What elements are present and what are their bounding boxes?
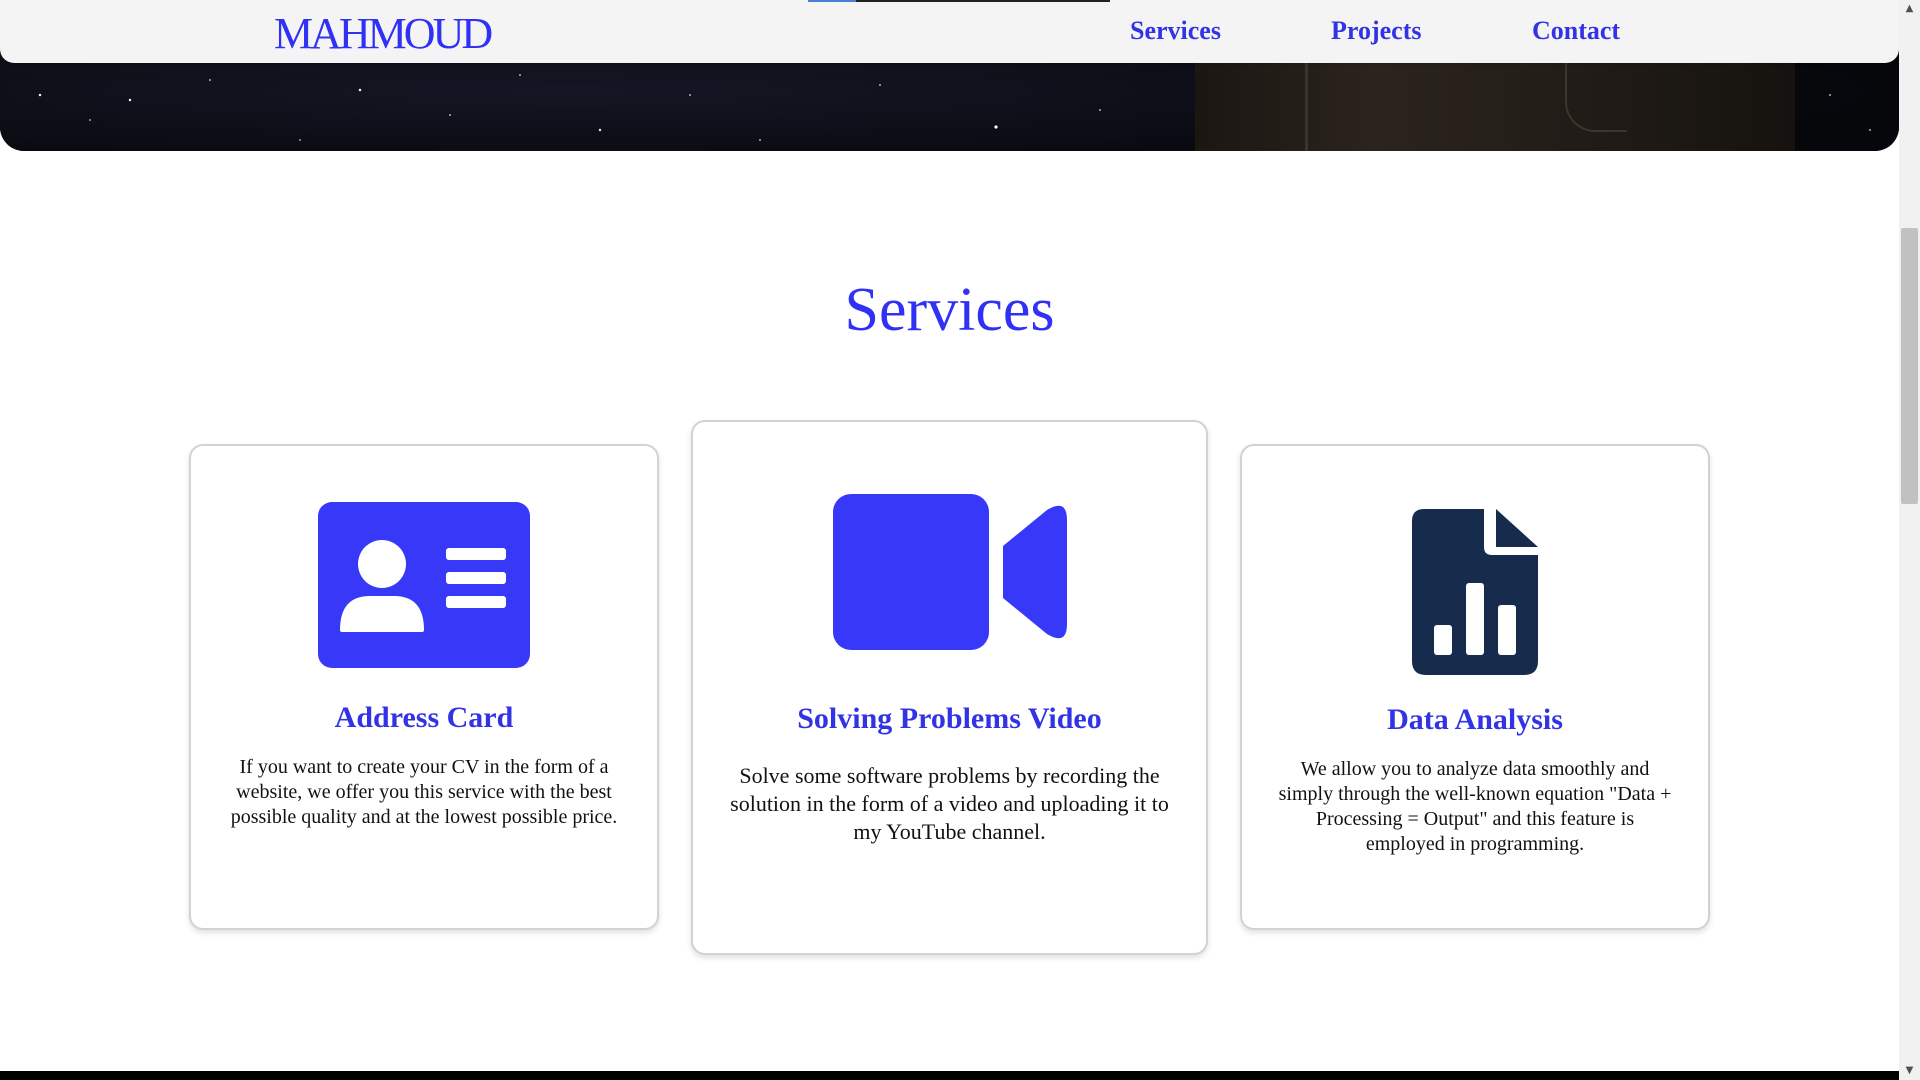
scroll-up-arrow-icon[interactable]: ▲	[1899, 0, 1920, 18]
card-title: Address Card	[334, 701, 514, 734]
scrollbar-thumb[interactable]	[1901, 228, 1918, 504]
scroll-progress-fill	[808, 0, 857, 2]
scroll-progress-bar	[808, 0, 1110, 2]
video-camera-icon	[832, 494, 1067, 650]
brand-logo[interactable]: MAHMOUD	[274, 8, 493, 60]
card-description: If you want to create your CV in the for…	[230, 756, 618, 828]
nav-link-projects[interactable]: Projects	[1331, 14, 1421, 48]
card-description: Solve some software problems by recordin…	[730, 763, 1169, 844]
nav-link-contact[interactable]: Contact	[1532, 14, 1620, 48]
address-card-icon	[318, 502, 530, 668]
service-card-data-analysis[interactable]: Data Analysis We allow you to analyze da…	[1240, 444, 1710, 930]
card-title: Solving Problems Video	[797, 702, 1102, 735]
file-chart-icon	[1412, 509, 1538, 675]
vertical-scrollbar[interactable]: ▲ ▼	[1899, 0, 1920, 1080]
section-title-services: Services	[844, 276, 1055, 344]
service-card-solving-problems-video[interactable]: Solving Problems Video Solve some softwa…	[691, 420, 1208, 955]
service-card-address-card[interactable]: Address Card If you want to create your …	[189, 444, 659, 930]
footer-edge	[0, 1071, 1899, 1080]
navbar: MAHMOUD Services Projects Contact	[0, 0, 1899, 63]
nav-link-services[interactable]: Services	[1130, 14, 1221, 48]
card-title: Data Analysis	[1387, 703, 1563, 736]
card-description: We allow you to analyze data smoothly an…	[1278, 758, 1672, 855]
scroll-down-arrow-icon[interactable]: ▼	[1899, 1062, 1920, 1080]
page-viewport: MAHMOUD Services Projects Contact Servic…	[0, 0, 1899, 1080]
